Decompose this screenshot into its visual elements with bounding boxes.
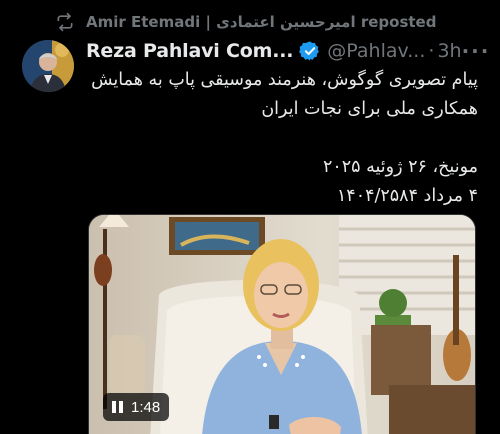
- tweet-header: Reza Pahlavi Com... @Pahlav... · 3h ···: [86, 38, 488, 64]
- repost-label: Amir Etemadi | امیرحسین اعتمادی reposted: [86, 13, 437, 31]
- author-handle[interactable]: @Pahlav...: [327, 40, 425, 62]
- tweet-text-line: ۴ مرداد ۱۴۰۴/۲۵۸۴: [336, 186, 478, 206]
- tweet-text-line: پیام تصویری گوگوش، هنرمند موسیقی پاپ به …: [91, 70, 478, 90]
- repost-context[interactable]: Amir Etemadi | امیرحسین اعتمادی reposted: [54, 12, 436, 32]
- tweet-text: پیام تصویری گوگوش، هنرمند موسیقی پاپ به …: [90, 66, 478, 211]
- pause-icon[interactable]: [112, 401, 123, 413]
- video-player[interactable]: 1:48: [88, 214, 476, 434]
- tweet-text-line: مونیخ، ۲۶ ژوئیه ۲۰۲۵: [322, 157, 478, 177]
- tweet-timestamp[interactable]: 3h: [437, 40, 461, 62]
- author-avatar[interactable]: [22, 40, 74, 92]
- tweet-text-line: همکاری ملی برای نجات ایران: [261, 99, 478, 119]
- more-options-icon[interactable]: ···: [462, 39, 491, 63]
- video-duration: 1:48: [131, 398, 161, 416]
- video-playback-control[interactable]: 1:48: [103, 393, 170, 421]
- repost-icon: [54, 12, 76, 32]
- separator-dot: ·: [428, 40, 435, 62]
- verified-badge-icon: [299, 40, 321, 62]
- author-display-name[interactable]: Reza Pahlavi Com...: [86, 40, 293, 62]
